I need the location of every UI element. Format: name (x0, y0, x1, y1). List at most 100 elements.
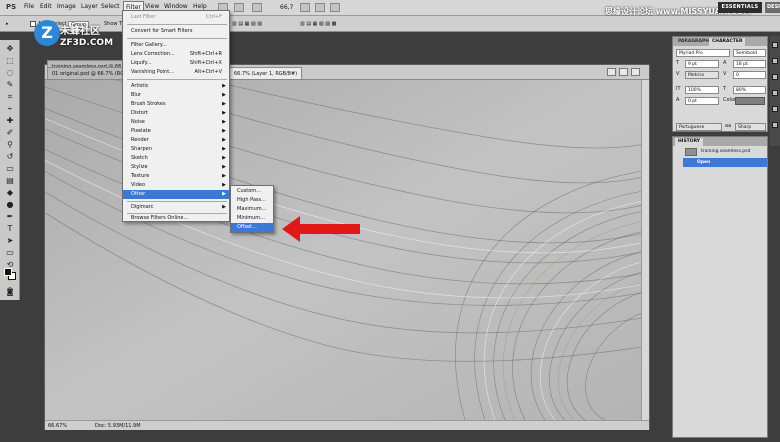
clone-stamp-tool-icon[interactable]: ⚲ (4, 140, 16, 149)
menu-item-shortcut: Ctrl+F (206, 14, 222, 20)
close-window-icon[interactable] (631, 68, 640, 76)
filter-menu-liquify[interactable]: Liquify... Shift+Ctrl+X (123, 59, 229, 68)
tracking-field[interactable]: 0 (733, 71, 766, 79)
font-family-select[interactable]: Myriad Pro (676, 49, 730, 57)
leading-field[interactable]: 18 pt (733, 60, 766, 68)
workspace-design-button[interactable]: DESI (765, 2, 780, 13)
history-snapshot-thumbnail[interactable] (685, 148, 697, 156)
vertical-scrollbar[interactable] (641, 80, 649, 420)
other-offset[interactable]: Offset... (231, 223, 273, 232)
marquee-tool-icon[interactable]: ⬚ (4, 56, 16, 65)
submenu-arrow-icon: ▶ (222, 137, 226, 143)
filter-menu-vanishing-point[interactable]: Vanishing Point... Alt+Ctrl+V (123, 68, 229, 77)
gradient-tool-icon[interactable]: ▤ (4, 176, 16, 185)
filter-menu-distort[interactable]: Distort ▶ (123, 109, 229, 118)
panel-icon-3[interactable] (772, 74, 778, 80)
dodge-tool-icon[interactable]: ● (4, 200, 16, 209)
tab-character[interactable]: CHARACTER (709, 38, 746, 46)
align-icons[interactable]: ▥ ▤ ▦ ▧ ▨ (232, 21, 262, 27)
path-select-tool-icon[interactable]: ➤ (4, 236, 16, 245)
history-brush-tool-icon[interactable]: ↺ (4, 152, 16, 161)
rotate-view-icon[interactable] (330, 3, 340, 12)
quick-select-tool-icon[interactable]: ✎ (4, 80, 16, 89)
filter-menu-texture[interactable]: Texture ▶ (123, 172, 229, 181)
menu-item-label: Filter Gallery... (131, 42, 167, 48)
menu-edit[interactable]: Edit (40, 3, 52, 10)
brush-tool-icon[interactable]: ✐ (4, 128, 16, 137)
doc-tab-active[interactable]: 66.7% (Layer 1, RGB/8#) (229, 67, 303, 79)
menu-view[interactable]: View (145, 3, 159, 10)
font-size-field[interactable]: 9 pt (685, 60, 719, 68)
zoom-level[interactable]: 66,7 (280, 4, 293, 11)
tab-paragraph[interactable]: PARAGRAPH (675, 38, 712, 46)
panel-icon-5[interactable] (772, 106, 778, 112)
filter-menu-noise[interactable]: Noise ▶ (123, 118, 229, 127)
workspace-essentials-button[interactable]: ESSENTIALS (718, 2, 762, 13)
other-maximum[interactable]: Maximum... (231, 205, 273, 214)
menu-select[interactable]: Select (101, 3, 120, 10)
vertical-scale-field[interactable]: 100% (685, 86, 719, 94)
panel-icon-1[interactable] (772, 42, 778, 48)
move-tool-icon[interactable]: ✥ (4, 44, 16, 53)
status-zoom[interactable]: 66.67% (48, 423, 67, 429)
zoom-tool-icon[interactable] (315, 3, 325, 12)
filter-menu-convert-smart[interactable]: Convert for Smart Filters (123, 27, 229, 36)
eraser-tool-icon[interactable]: ▭ (4, 164, 16, 173)
kerning-field[interactable]: Metrics (685, 71, 719, 79)
filter-menu-other[interactable]: Other ▶ (123, 190, 229, 199)
filter-menu-stylize[interactable]: Stylize ▶ (123, 163, 229, 172)
filter-menu-render[interactable]: Render ▶ (123, 136, 229, 145)
history-snapshot-label[interactable]: training seamless.psd (701, 149, 750, 154)
filter-menu-pixelate[interactable]: Pixelate ▶ (123, 127, 229, 136)
foreground-color-swatch[interactable] (4, 268, 12, 276)
minimize-window-icon[interactable] (607, 68, 616, 76)
filter-menu-digimarc[interactable]: Digimarc ▶ (123, 203, 229, 212)
filter-menu-lens-correction[interactable]: Lens Correction... Shift+Ctrl+R (123, 50, 229, 59)
other-custom[interactable]: Custom... (231, 187, 273, 196)
menu-file[interactable]: File (24, 3, 34, 10)
baseline-shift-field[interactable]: 0 pt (685, 97, 719, 105)
history-panel-title[interactable]: HISTORY (675, 138, 704, 146)
distribute-icons[interactable]: ▥ ▤ ▦ ▧ ▨ ▩ (300, 21, 336, 27)
filter-menu-gallery[interactable]: Filter Gallery... (123, 41, 229, 50)
menu-window[interactable]: Window (164, 3, 188, 10)
extras-icon[interactable] (252, 3, 262, 12)
crop-tool-icon[interactable]: ⌗ (4, 92, 16, 101)
other-high-pass[interactable]: High Pass... (231, 196, 273, 205)
eyedropper-tool-icon[interactable]: ⌁ (4, 104, 16, 113)
maximize-window-icon[interactable] (619, 68, 628, 76)
panel-icon-6[interactable] (772, 122, 778, 128)
text-color-swatch[interactable] (735, 97, 765, 105)
filter-menu-browse-online[interactable]: Browse Filters Online... (123, 214, 229, 223)
filter-menu-artistic[interactable]: Artistic ▶ (123, 82, 229, 91)
pen-tool-icon[interactable]: ✒ (4, 212, 16, 221)
font-style-select[interactable]: Semibold (733, 49, 766, 57)
lasso-tool-icon[interactable]: ◌ (4, 68, 16, 77)
blur-tool-icon[interactable]: ◆ (4, 188, 16, 197)
other-minimum[interactable]: Minimum... (231, 214, 273, 223)
language-select[interactable]: Portuguese (676, 123, 722, 131)
hand-tool-icon[interactable] (300, 3, 310, 12)
horizontal-scale-field[interactable]: 80% (733, 86, 766, 94)
filter-menu-video[interactable]: Video ▶ (123, 181, 229, 190)
filter-menu-blur[interactable]: Blur ▶ (123, 91, 229, 100)
menu-layer[interactable]: Layer (81, 3, 98, 10)
filter-menu-sharpen[interactable]: Sharpen ▶ (123, 145, 229, 154)
filter-menu-brush-strokes[interactable]: Brush Strokes ▶ (123, 100, 229, 109)
healing-tool-icon[interactable]: ✚ (4, 116, 16, 125)
menu-item-shortcut: Alt+Ctrl+V (194, 69, 222, 75)
type-tool-icon[interactable]: T (4, 224, 16, 233)
minibridge-icon[interactable] (234, 3, 244, 12)
menu-image[interactable]: Image (57, 3, 76, 10)
panel-icon-4[interactable] (772, 90, 778, 96)
antialias-select[interactable]: Sharp (735, 123, 766, 131)
quick-mask-icon[interactable]: ◙ (4, 288, 16, 297)
menu-help[interactable]: Help (193, 3, 207, 10)
tools-panel: ✥ ⬚ ◌ ✎ ⌗ ⌁ ✚ ✐ ⚲ ↺ ▭ ▤ ◆ ● ✒ T ➤ ▭ ⟲ ✋ … (0, 40, 20, 300)
shape-tool-icon[interactable]: ▭ (4, 248, 16, 257)
panel-icon-2[interactable] (772, 58, 778, 64)
history-state-open[interactable]: Open (683, 158, 767, 167)
move-tool-icon[interactable]: ▸ (6, 21, 9, 27)
filter-menu-last-filter[interactable]: Last Filter Ctrl+F (123, 13, 229, 22)
filter-menu-sketch[interactable]: Sketch ▶ (123, 154, 229, 163)
